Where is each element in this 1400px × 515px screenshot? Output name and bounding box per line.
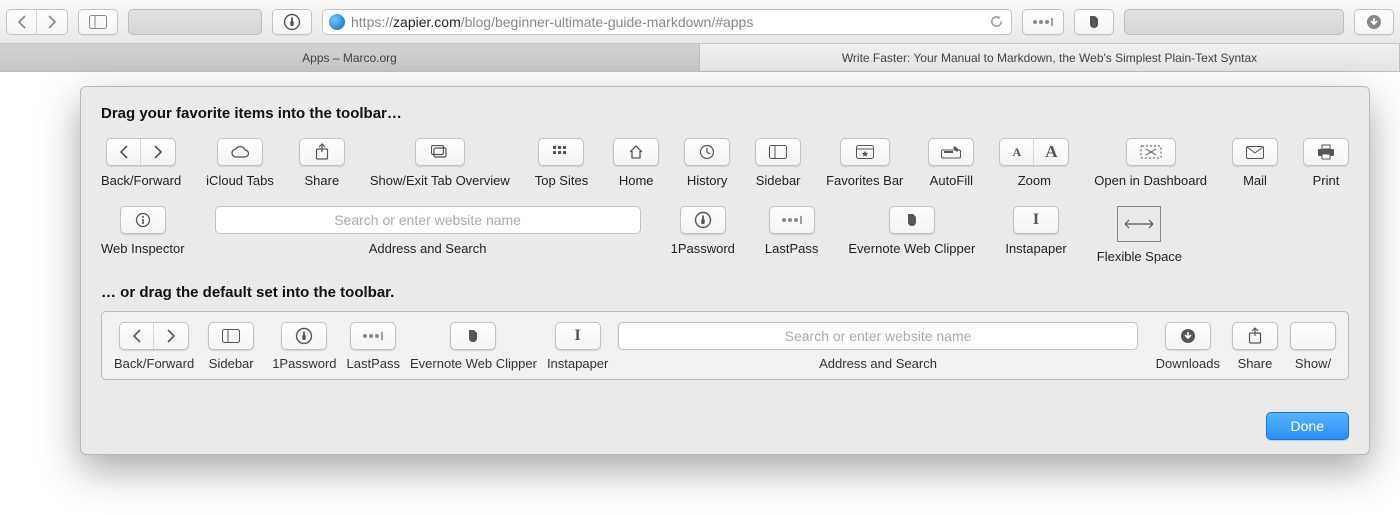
panel-heading-2: … or drag the default set into the toolb… [101,284,1349,301]
item-tab-overview[interactable]: Show/Exit Tab Overview [370,138,510,188]
ds-downloads[interactable]: Downloads [1156,322,1220,371]
mail-icon [1246,146,1264,159]
1password-icon [283,13,301,31]
info-icon [135,212,151,228]
done-button[interactable]: Done [1266,412,1349,440]
tab-overview-icon [431,145,449,159]
grid-icon [553,146,569,158]
sidebar-icon [222,329,240,343]
item-open-dashboard[interactable]: Open in Dashboard [1094,138,1207,188]
back-forward-group [6,9,68,35]
instapaper-icon: I [1033,211,1039,229]
item-address-search[interactable]: Search or enter website name Address and… [215,206,641,264]
ds-share[interactable]: Share [1232,322,1278,371]
cloud-icon [229,145,251,159]
reload-button[interactable] [989,14,1007,29]
1password-icon [694,211,712,229]
evernote-button[interactable] [1074,9,1114,35]
flexible-space-icon [1121,219,1157,229]
1password-icon [295,327,313,345]
item-favorites-bar[interactable]: Favorites Bar [826,138,903,188]
item-1password[interactable]: 1Password [671,206,735,264]
chevron-right-icon [165,329,177,343]
tab-title: Apps – Marco.org [302,51,397,65]
download-icon [1366,14,1382,30]
items-row-2: Web Inspector Search or enter website na… [101,206,1349,264]
item-web-inspector[interactable]: Web Inspector [101,206,185,264]
tab-title: Write Faster: Your Manual to Markdown, t… [842,51,1257,65]
ds-evernote[interactable]: Evernote Web Clipper [410,322,537,371]
customize-toolbar-panel: Drag your favorite items into the toolba… [80,86,1370,455]
ds-tab-overview-trunc[interactable]: Show/ [1290,322,1336,371]
item-mail[interactable]: Mail [1232,138,1278,188]
lastpass-icon [1032,18,1054,26]
item-evernote[interactable]: Evernote Web Clipper [848,206,975,264]
toolbar-placeholder [128,9,262,35]
tab-1[interactable]: Write Faster: Your Manual to Markdown, t… [700,44,1400,71]
default-set[interactable]: Back/Forward Sidebar 1Password LastPass … [101,311,1349,380]
back-button[interactable] [7,10,37,34]
clock-icon [699,144,715,160]
ds-lastpass[interactable]: LastPass [347,322,400,371]
item-back-forward[interactable]: Back/Forward [101,138,181,188]
share-icon [1248,327,1262,345]
lastpass-button[interactable] [1022,9,1064,35]
item-top-sites[interactable]: Top Sites [535,138,588,188]
done-row: Done [101,412,1349,440]
panel-heading-1: Drag your favorite items into the toolba… [101,105,1349,122]
lastpass-icon [781,216,803,224]
forward-button[interactable] [37,10,67,34]
favorites-bar-icon [856,145,874,159]
lastpass-icon [362,332,384,340]
favicon-globe-icon [329,14,345,30]
address-bar[interactable]: https://zapier.com/blog/beginner-ultimat… [322,9,1012,35]
share-icon [315,143,329,161]
ds-address-search[interactable]: Search or enter website name Address and… [618,322,1137,371]
chevron-right-icon [46,15,58,29]
chevron-right-icon [152,145,164,159]
ds-1password[interactable]: 1Password [272,322,336,371]
reload-icon [989,14,1004,29]
instapaper-icon: I [575,327,581,345]
sidebar-toggle-button[interactable] [78,9,118,35]
print-icon [1317,144,1335,160]
tab-0[interactable]: Apps – Marco.org [0,44,700,71]
item-lastpass[interactable]: LastPass [765,206,818,264]
downloads-button[interactable] [1354,9,1394,35]
item-flexible-space[interactable]: Flexible Space [1097,206,1182,264]
items-row-1: Back/Forward iCloud Tabs Share Show/Exit… [101,138,1349,188]
item-autofill[interactable]: AutoFill [928,138,974,188]
item-home[interactable]: Home [613,138,659,188]
zoom-in-icon: A [1034,139,1068,165]
dashboard-clip-icon [1140,145,1162,159]
download-icon [1180,328,1196,344]
autofill-icon [941,145,961,159]
ds-back-forward[interactable]: Back/Forward [114,322,194,371]
zoom-out-icon: A [1000,139,1034,165]
chevron-left-icon [118,145,130,159]
1password-button[interactable] [272,9,312,35]
evernote-icon [1086,14,1102,30]
chevron-left-icon [131,329,143,343]
item-zoom[interactable]: A A Zoom [999,138,1069,188]
item-history[interactable]: History [684,138,730,188]
evernote-icon [904,212,920,228]
address-search-field: Search or enter website name [215,206,641,234]
item-icloud-tabs[interactable]: iCloud Tabs [206,138,274,188]
sidebar-icon [769,145,787,159]
ds-instapaper[interactable]: I Instapaper [547,322,608,371]
toolbar-placeholder-2 [1124,9,1344,35]
item-print[interactable]: Print [1303,138,1349,188]
evernote-icon [465,328,481,344]
item-sidebar[interactable]: Sidebar [755,138,801,188]
home-icon [628,144,644,160]
item-instapaper[interactable]: I Instapaper [1005,206,1066,264]
sidebar-icon [89,15,107,29]
browser-toolbar: https://zapier.com/blog/beginner-ultimat… [0,0,1400,44]
item-share[interactable]: Share [299,138,345,188]
ds-sidebar[interactable]: Sidebar [208,322,254,371]
url-text: https://zapier.com/blog/beginner-ultimat… [351,14,753,30]
tab-strip: Apps – Marco.org Write Faster: Your Manu… [0,44,1400,72]
chevron-left-icon [16,15,28,29]
